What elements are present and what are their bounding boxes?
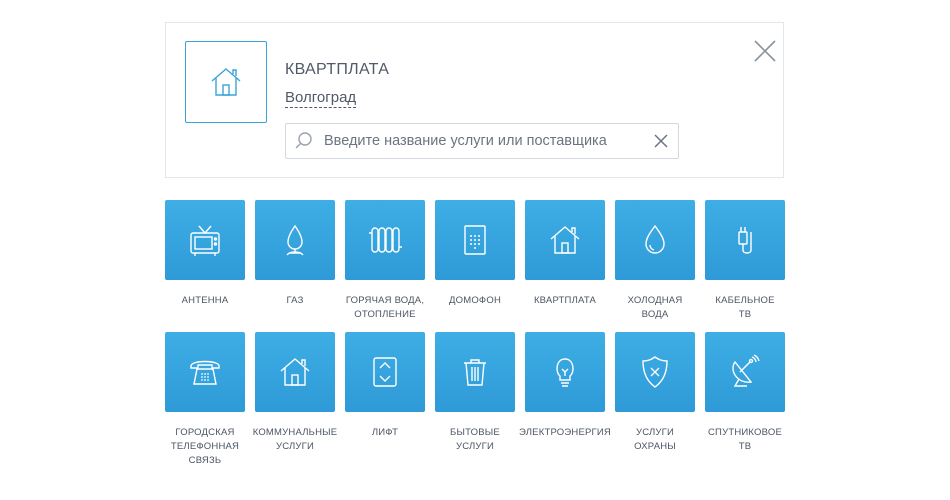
tile-square bbox=[525, 200, 605, 280]
tile-square bbox=[435, 332, 515, 412]
tile-square bbox=[435, 200, 515, 280]
tile-electricity[interactable]: ЭЛЕКТРОЭНЕРГИЯ bbox=[519, 332, 611, 438]
tile-square bbox=[615, 200, 695, 280]
tile-square bbox=[165, 200, 245, 280]
tile-square bbox=[345, 332, 425, 412]
tv-antenna-icon bbox=[190, 225, 220, 256]
selected-category-panel: КВАРТПЛАТА Волгоград bbox=[165, 22, 784, 178]
tile-square bbox=[705, 200, 785, 280]
close-icon bbox=[754, 40, 776, 62]
city-selector[interactable]: Волгоград bbox=[285, 89, 357, 108]
light-bulb-icon bbox=[556, 358, 574, 387]
house-icon bbox=[550, 226, 580, 254]
shield-icon bbox=[642, 356, 668, 388]
tile-square bbox=[165, 332, 245, 412]
tile-household-services[interactable]: БЫТОВЫЕ УСЛУГИ bbox=[435, 332, 515, 452]
tile-square bbox=[255, 332, 335, 412]
tile-satellite-tv[interactable]: СПУТНИКОВОЕ ТВ bbox=[705, 332, 785, 452]
trash-bin-icon bbox=[464, 359, 486, 386]
gas-flame-icon bbox=[286, 224, 304, 256]
house-icon bbox=[280, 358, 310, 386]
cable-plug-icon bbox=[738, 227, 752, 254]
tile-city-phone[interactable]: ГОРОДСКАЯ ТЕЛЕФОННАЯ СВЯЗЬ bbox=[165, 332, 245, 466]
close-button[interactable] bbox=[753, 39, 777, 63]
clear-search-icon[interactable] bbox=[653, 133, 669, 149]
house-icon bbox=[211, 68, 241, 96]
tile-intercom[interactable]: ДОМОФОН bbox=[435, 200, 515, 306]
tile-square bbox=[255, 200, 335, 280]
tile-label: СПУТНИКОВОЕ ТВ bbox=[708, 427, 782, 452]
search-icon bbox=[295, 132, 312, 149]
tile-label: КАБЕЛЬНОЕ ТВ bbox=[715, 295, 775, 320]
search-input[interactable] bbox=[322, 132, 646, 150]
tile-antenna[interactable]: АНТЕННА bbox=[165, 200, 245, 306]
tile-hot-water-heating[interactable]: ГОРЯЧАЯ ВОДА, ОТОПЛЕНИЕ bbox=[345, 200, 425, 320]
tile-square bbox=[615, 332, 695, 412]
radiator-icon bbox=[369, 227, 402, 253]
tile-square bbox=[345, 200, 425, 280]
telephone-icon bbox=[190, 360, 220, 385]
tile-square bbox=[705, 332, 785, 412]
category-title: КВАРТПЛАТА bbox=[285, 61, 390, 78]
water-drop-icon bbox=[645, 224, 665, 254]
tile-gas[interactable]: ГАЗ bbox=[255, 200, 335, 306]
tile-square bbox=[525, 332, 605, 412]
satellite-dish-icon bbox=[732, 354, 760, 387]
category-icon-box bbox=[185, 41, 267, 123]
tile-security-services[interactable]: УСЛУГИ ОХРАНЫ bbox=[615, 332, 695, 452]
tile-cold-water[interactable]: ХОЛОДНАЯ ВОДА bbox=[615, 200, 695, 320]
intercom-icon bbox=[464, 225, 486, 255]
search-box bbox=[285, 123, 679, 159]
elevator-icon bbox=[373, 357, 397, 387]
tile-elevator[interactable]: ЛИФТ bbox=[345, 332, 425, 438]
tile-communal-services[interactable]: КОММУНАЛЬНЫЕ УСЛУГИ bbox=[253, 332, 337, 452]
tile-kvartplata[interactable]: КВАРТПЛАТА bbox=[525, 200, 605, 306]
tile-cable-tv[interactable]: КАБЕЛЬНОЕ ТВ bbox=[705, 200, 785, 320]
